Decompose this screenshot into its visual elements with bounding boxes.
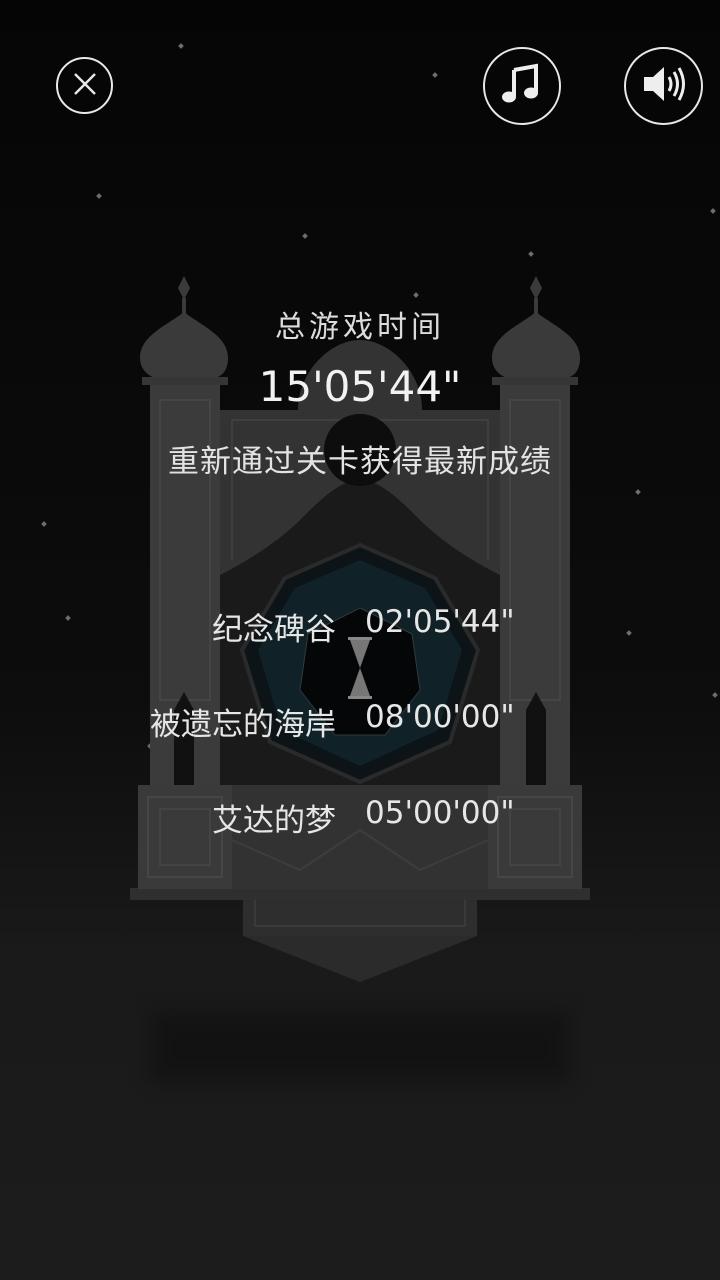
game-stats-screen: 总游戏时间 15'05'44" 重新通过关卡获得最新成绩 纪念碑谷 02'05'… [0, 0, 720, 1280]
floor-shadow [150, 1012, 570, 1082]
chapter-record-row: 纪念碑谷 02'05'44" [0, 604, 720, 648]
chapter-name: 纪念碑谷 [212, 612, 336, 648]
chapter-record-row: 被遗忘的海岸 08'00'00" [0, 699, 720, 743]
close-button[interactable] [56, 57, 113, 114]
chapter-time: 08'00'00" [365, 699, 515, 735]
speaker-volume-icon [640, 62, 688, 110]
chapter-time: 05'00'00" [365, 795, 515, 831]
chapter-name: 被遗忘的海岸 [150, 707, 336, 743]
total-play-time-label: 总游戏时间 [275, 310, 445, 345]
music-toggle-button[interactable] [483, 47, 561, 125]
total-play-time-value: 15'05'44" [258, 362, 462, 411]
sound-toggle-button[interactable] [624, 47, 703, 125]
music-note-icon [500, 62, 544, 110]
chapter-time: 02'05'44" [365, 604, 515, 640]
chapter-record-row: 艾达的梦 05'00'00" [0, 795, 720, 839]
replay-hint-text: 重新通过关卡获得最新成绩 [168, 444, 552, 480]
chapter-name: 艾达的梦 [212, 803, 336, 839]
close-icon [71, 70, 99, 102]
